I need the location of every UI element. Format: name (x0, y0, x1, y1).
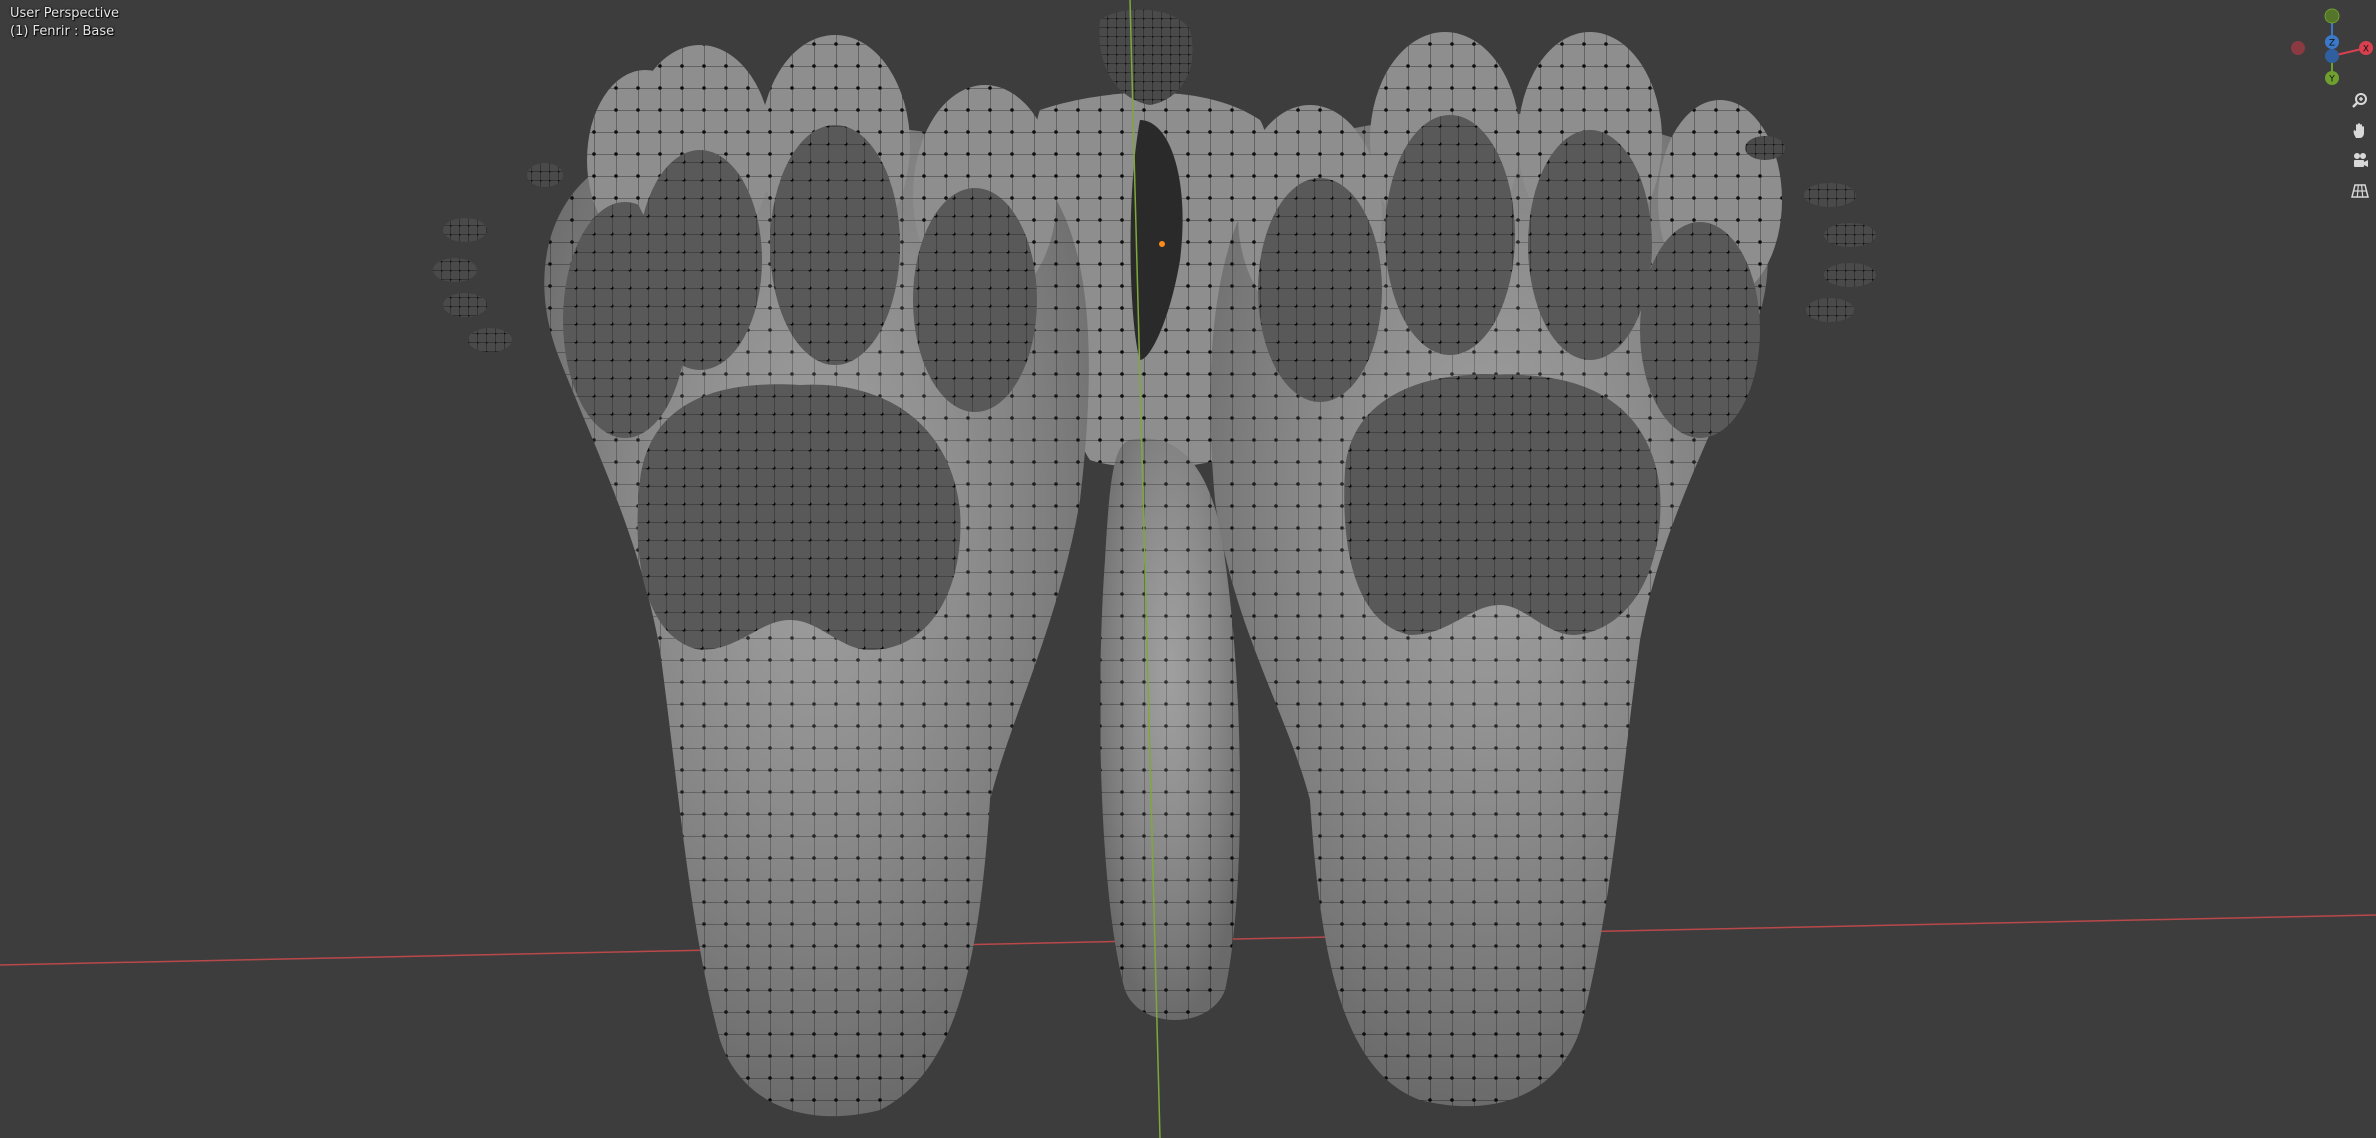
gizmo-neg-z-handle[interactable] (2325, 49, 2339, 63)
pan-button[interactable] (2346, 118, 2374, 144)
gizmo-z-label: Z (2329, 39, 2335, 49)
toggle-ortho-button[interactable] (2346, 178, 2374, 204)
zoom-button[interactable] (2346, 88, 2374, 114)
view-name-label: User Perspective (10, 6, 120, 21)
gizmo-neg-y-handle[interactable] (2324, 8, 2340, 24)
object-info-label: (1) Fenrir : Base (10, 24, 115, 39)
navigation-gizmo[interactable]: Z X Y (2276, 0, 2376, 90)
hand-icon (2353, 123, 2364, 138)
camera-view-button[interactable] (2346, 148, 2374, 174)
object-origin (1159, 241, 1165, 247)
gizmo-neg-x-handle[interactable] (2291, 41, 2305, 55)
gizmo-x-label: X (2363, 45, 2369, 55)
gizmo-y-label: Y (2328, 75, 2335, 85)
mesh-scene[interactable] (0, 0, 2376, 1138)
left-claws (433, 163, 563, 352)
3d-viewport[interactable]: User Perspective (1) Fenrir : Base Z X Y (0, 0, 2376, 1138)
grid-icon (2351, 184, 2369, 198)
camera-icon (2354, 153, 2368, 167)
right-foot-mesh (1210, 32, 1876, 1107)
magnifier-icon (2352, 93, 2367, 108)
